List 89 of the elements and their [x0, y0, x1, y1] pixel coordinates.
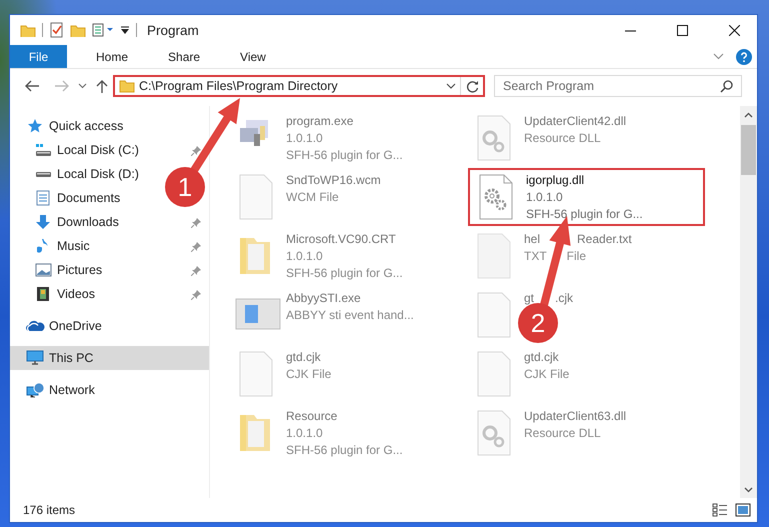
maximize-icon — [676, 24, 688, 36]
drive-icon — [34, 170, 52, 178]
file-name: Microsoft.VC90.CRT — [286, 231, 397, 248]
scroll-down-icon[interactable] — [744, 486, 753, 492]
file-name: UpdaterClient42.dll — [524, 113, 626, 130]
file-detail: 1.0.1.0 — [526, 189, 564, 206]
new-folder-icon — [70, 23, 86, 37]
expand-ribbon-icon[interactable] — [713, 53, 724, 60]
nav-item[interactable]: Network — [24, 378, 95, 402]
file-name: Resource — [286, 408, 338, 425]
file-detail: SFH-56 plugin for G... — [286, 265, 403, 282]
properties-dropdown-icon[interactable] — [92, 23, 114, 37]
file-name: igorplug.dll — [526, 172, 586, 189]
pin-icon[interactable] — [191, 216, 201, 228]
step-badge: 1 — [165, 167, 205, 207]
picture-icon — [34, 263, 52, 277]
ribbon-tab[interactable]: Home — [79, 45, 146, 68]
nav-item[interactable]: Documents — [32, 186, 120, 210]
customize-caret-icon[interactable] — [120, 25, 130, 35]
step-badge: 2 — [518, 303, 558, 343]
nav-item[interactable]: Quick access — [24, 114, 124, 138]
file-name: UpdaterClient63.dll — [524, 408, 626, 425]
nav-item[interactable]: Music — [32, 234, 90, 258]
details-view-icon[interactable] — [712, 503, 728, 517]
file-name: hel — [524, 231, 540, 248]
back-icon[interactable] — [24, 79, 40, 93]
nav-item[interactable]: OneDrive — [24, 314, 102, 338]
close-icon — [728, 24, 740, 36]
file-detail: SFH-56 plugin for G... — [286, 147, 403, 164]
scroll-up-icon[interactable] — [744, 112, 753, 118]
file-name: Reader.txt — [577, 231, 632, 248]
film-icon — [36, 286, 50, 302]
nav-item[interactable]: Videos — [32, 282, 95, 306]
drive-icon — [34, 143, 52, 157]
document-icon — [36, 190, 50, 206]
pin-icon[interactable] — [191, 144, 201, 156]
file-detail: File — [566, 248, 586, 265]
address-field[interactable]: C:\Program Files\Program Directory — [135, 79, 442, 93]
music-note-icon — [37, 238, 49, 254]
nav-item[interactable]: Pictures — [32, 258, 102, 282]
file-detail: SFH-56 plugin for G... — [286, 442, 403, 459]
file-name: SndToWP16.wcm — [286, 172, 381, 189]
ribbon-tab[interactable]: View — [223, 45, 283, 68]
ribbon-tab[interactable]: File — [10, 45, 67, 68]
file-detail: TXT — [524, 248, 547, 265]
search-box[interactable]: Search Program — [494, 75, 742, 97]
file-detail: WCM File — [286, 189, 340, 206]
nav-item[interactable]: Local Disk (C:) — [32, 138, 139, 162]
file-detail: 1.0.1.0 — [286, 248, 324, 265]
up-icon[interactable] — [95, 79, 109, 93]
scrollbar-thumb[interactable] — [741, 125, 756, 175]
file-name: AbbyySTI.exe — [286, 290, 362, 307]
file-detail: ABBYY sti event hand... — [286, 307, 414, 324]
star-icon — [27, 118, 43, 134]
forward-icon[interactable] — [54, 79, 70, 93]
window-title: Program — [147, 22, 199, 38]
file-detail: 1.0.1.0 — [286, 425, 324, 442]
file-name: gtd.cjk — [286, 349, 322, 366]
file-detail: 1.0.1.0 — [286, 130, 324, 147]
ribbon-tab[interactable]: Share — [151, 45, 218, 68]
item-count: 176 items — [23, 503, 76, 517]
network-icon — [26, 382, 44, 398]
file-name: .cjk — [555, 290, 574, 307]
properties-icon[interactable] — [49, 22, 64, 38]
file-detail: SFH-56 plugin for G... — [526, 206, 643, 223]
file-name: gtd.cjk — [524, 349, 560, 366]
file-name: program.exe — [286, 113, 354, 130]
file-detail: Resource DLL — [524, 130, 602, 147]
address-bar[interactable]: C:\Program Files\Program Directory — [113, 75, 485, 97]
pin-icon[interactable] — [191, 288, 201, 300]
file-detail: CJK File — [286, 366, 332, 383]
search-icon — [720, 80, 733, 92]
nav-item[interactable]: Local Disk (D:) — [32, 162, 139, 186]
cloud-icon — [26, 320, 44, 332]
folder-icon — [119, 79, 135, 93]
refresh-icon[interactable] — [466, 80, 478, 92]
computer-icon — [26, 350, 44, 366]
search-field[interactable]: Search Program — [503, 79, 720, 93]
large-icons-view-icon[interactable] — [735, 503, 751, 517]
pin-icon[interactable] — [191, 264, 201, 276]
file-detail: CJK File — [524, 366, 570, 383]
dropdown-caret-icon[interactable] — [446, 83, 456, 89]
help-icon[interactable] — [736, 48, 752, 64]
pin-icon[interactable] — [191, 240, 201, 252]
download-arrow-icon — [35, 214, 51, 230]
file-detail: Resource DLL — [524, 425, 602, 442]
nav-item[interactable]: Downloads — [32, 210, 119, 234]
file-item[interactable]: igorplug.dll 1.0.1.0 SFH-56 plugin for G... — [468, 168, 705, 226]
folder-icon — [20, 23, 36, 37]
